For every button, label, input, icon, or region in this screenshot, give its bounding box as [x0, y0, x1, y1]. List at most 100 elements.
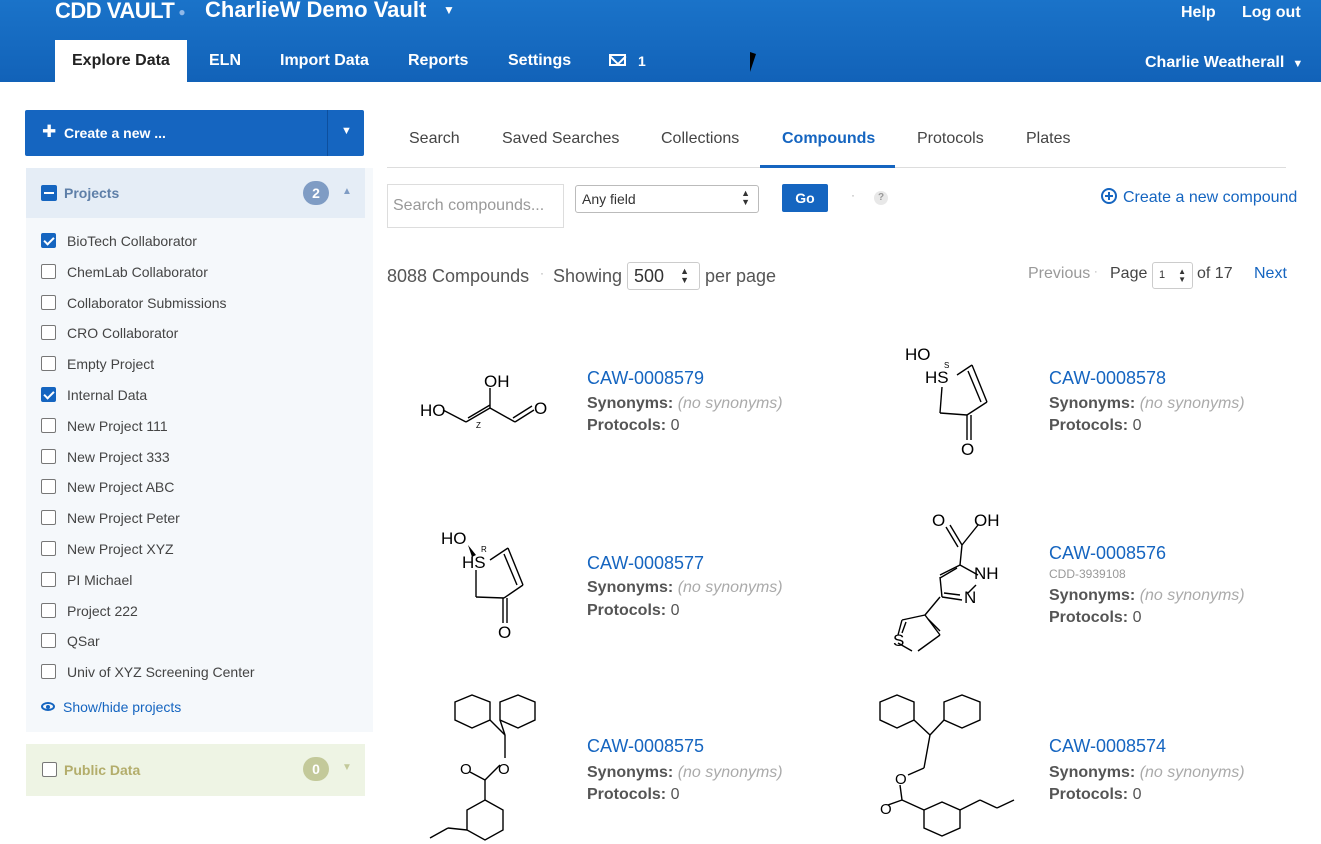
structure-atom-label: N	[964, 588, 976, 607]
project-checkbox[interactable]	[41, 294, 56, 310]
compound-id-link[interactable]: CAW-0008579	[587, 368, 704, 389]
tab-protocols[interactable]: Protocols	[917, 130, 984, 148]
select-arrows-icon: ▲ ▼	[1178, 267, 1186, 284]
project-checkbox[interactable]	[41, 571, 56, 587]
select-arrows-icon: ▲ ▼	[741, 188, 750, 207]
structure-atom-label: HO	[441, 529, 467, 548]
next-page-link[interactable]: Next	[1254, 265, 1287, 283]
project-checkbox[interactable]	[41, 448, 56, 464]
public-data-title: Public Data	[64, 762, 141, 778]
project-label: ChemLab Collaborator	[67, 263, 208, 280]
project-checkbox[interactable]	[41, 356, 56, 372]
compound-id-link[interactable]: CAW-0008575	[587, 736, 704, 757]
nav-tab-import-data[interactable]: Import Data	[263, 40, 386, 82]
compound-id-link[interactable]: CAW-0008577	[587, 553, 704, 574]
help-question-icon[interactable]: ?	[874, 191, 888, 205]
help-link[interactable]: Help	[1181, 4, 1216, 22]
tab-plates[interactable]: Plates	[1026, 130, 1070, 148]
compound-id-link[interactable]: CAW-0008578	[1049, 368, 1166, 389]
plus-icon: ✚	[42, 122, 57, 141]
project-checkbox[interactable]	[41, 387, 56, 402]
go-button[interactable]: Go	[782, 184, 828, 212]
structure-atom-label: O	[534, 399, 547, 418]
synonyms-row: Synonyms: (no synonyms)	[587, 764, 783, 781]
separator-dot: ·	[1094, 266, 1098, 278]
vault-switcher-caret-icon[interactable]: ▼	[443, 3, 455, 17]
public-data-panel[interactable]: Public Data 0 ▼	[26, 744, 365, 796]
active-tab-indicator	[760, 165, 895, 168]
vault-name[interactable]: CharlieW Demo Vault	[205, 0, 426, 23]
tab-collections[interactable]: Collections	[661, 130, 739, 148]
create-new-dropdown-icon[interactable]: ▼	[341, 125, 352, 137]
result-count: 8088 Compounds	[387, 266, 530, 286]
project-checkbox[interactable]	[41, 233, 56, 248]
compound-alt-id: CDD-3939108	[1049, 567, 1126, 581]
compound-card: HO HS R O CAW-0008577 Synonyms: (no syno…	[410, 525, 850, 675]
compound-id-link[interactable]: CAW-0008576	[1049, 543, 1166, 564]
collapse-caret-icon[interactable]: ▲	[342, 186, 352, 197]
project-checkbox[interactable]	[41, 541, 56, 556]
structure-stereo-label: Z	[476, 421, 481, 430]
compound-card: HO OH O Z CAW-0008579 Synonyms: (no syno…	[410, 360, 850, 510]
cdd-vault-logo[interactable]: CDD VAULT ●	[55, 0, 186, 24]
compound-card: O O CAW-0008574 Synonyms: (no synonyms) …	[872, 690, 1312, 840]
previous-page-link[interactable]: Previous	[1028, 265, 1090, 283]
project-label: QSar	[67, 633, 100, 650]
protocols-row: Protocols: 0	[1049, 786, 1142, 803]
nav-tab-settings[interactable]: Settings	[491, 40, 588, 82]
project-checkbox[interactable]	[41, 417, 56, 433]
project-label: New Project 111	[67, 417, 168, 434]
structure-stereo-label: R	[481, 545, 487, 554]
project-checkbox[interactable]	[41, 602, 56, 618]
search-field-select[interactable]: Any field ▲ ▼	[575, 185, 759, 213]
structure-atom-label: O	[895, 771, 907, 788]
show-hide-projects-link[interactable]: Show/hide projects	[41, 699, 181, 715]
expand-caret-icon[interactable]: ▼	[342, 762, 352, 773]
synonyms-row: Synonyms: (no synonyms)	[1049, 587, 1245, 604]
structure-image[interactable]: HO HS S O	[872, 340, 1012, 465]
user-menu[interactable]: Charlie Weatherall ▼	[1145, 54, 1303, 72]
page-select[interactable]: 1 ▲ ▼	[1152, 262, 1193, 289]
project-checkbox[interactable]	[41, 510, 56, 526]
project-label: Internal Data	[67, 387, 148, 403]
structure-image[interactable]: HO OH O Z	[410, 360, 570, 440]
projects-select-all-checkbox[interactable]	[41, 185, 57, 201]
project-checkbox[interactable]	[41, 633, 56, 649]
showing-label: Showing	[553, 266, 623, 286]
per-page-select[interactable]: 500 ▲ ▼	[627, 262, 700, 290]
project-checkbox[interactable]	[41, 325, 56, 341]
projects-header[interactable]: Projects 2 ▲	[26, 168, 365, 218]
structure-atom-label: O	[880, 801, 892, 818]
structure-atom-label: O	[460, 761, 472, 778]
project-label: New Project ABC	[67, 479, 175, 496]
nav-tab-messages[interactable]: 1	[592, 40, 663, 82]
compound-card: O O CAW-0008575 Synonyms: (no synonyms) …	[410, 690, 850, 842]
nav-tab-eln[interactable]: ELN	[192, 40, 258, 82]
project-label: Project 222	[67, 602, 138, 619]
create-new-compound-link[interactable]: Create a new compound	[1101, 188, 1297, 207]
tab-saved-searches[interactable]: Saved Searches	[502, 130, 619, 148]
structure-atom-label: O	[932, 511, 945, 530]
create-new-button[interactable]: ✚ Create a new ... ▼	[25, 110, 364, 156]
compound-id-link[interactable]: CAW-0008574	[1049, 736, 1166, 757]
project-checkbox[interactable]	[41, 263, 56, 279]
structure-atom-label: S	[893, 631, 904, 650]
compound-card: HO HS S O CAW-0008578 Synonyms: (no syno…	[872, 340, 1312, 490]
logout-link[interactable]: Log out	[1242, 4, 1301, 22]
nav-tab-reports[interactable]: Reports	[391, 40, 485, 82]
nav-tab-explore-data[interactable]: Explore Data	[55, 40, 187, 82]
structure-atom-label: HS	[462, 553, 486, 572]
tab-search[interactable]: Search	[409, 130, 460, 148]
public-data-checkbox[interactable]	[42, 762, 57, 777]
project-checkbox[interactable]	[41, 664, 56, 680]
structure-image[interactable]: O O	[872, 690, 1032, 842]
project-checkbox[interactable]	[41, 479, 56, 495]
search-compounds-input[interactable]	[387, 184, 564, 228]
select-arrows-icon: ▲ ▼	[680, 266, 689, 285]
structure-image[interactable]: O O	[410, 690, 570, 842]
structure-image[interactable]: O OH NH N S	[880, 505, 1020, 655]
protocols-row: Protocols: 0	[587, 786, 680, 803]
structure-atom-label: NH	[974, 564, 999, 583]
structure-image[interactable]: HO HS R O	[410, 525, 550, 650]
tab-compounds[interactable]: Compounds	[782, 130, 875, 148]
